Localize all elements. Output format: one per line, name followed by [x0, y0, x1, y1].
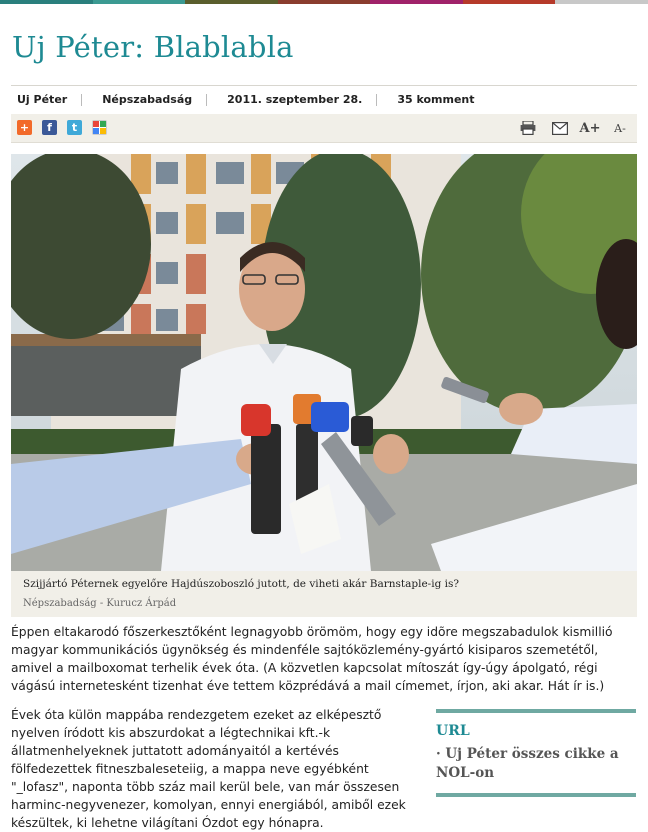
- url-heading: URL: [436, 723, 470, 739]
- article-toolbar: + f t A+ A-: [11, 114, 637, 143]
- caption-text: Szijjártó Péternek egyelőre Hajdúszobosz…: [23, 578, 460, 590]
- email-icon[interactable]: [551, 119, 569, 137]
- article-title: Uj Péter: Blablabla: [12, 30, 294, 64]
- source-label: Népszabadság: [96, 94, 208, 106]
- comments-link[interactable]: 35 komment: [391, 94, 488, 106]
- photo-credit: Népszabadság - Kurucz Árpád: [23, 598, 177, 609]
- facebook-icon[interactable]: f: [42, 120, 57, 135]
- font-decrease-icon[interactable]: A-: [611, 119, 629, 137]
- article-meta: Uj Péter Népszabadság 2011. szeptember 2…: [11, 85, 637, 115]
- twitter-icon[interactable]: t: [67, 120, 82, 135]
- date-label: 2011. szeptember 28.: [221, 94, 378, 106]
- author-articles-link[interactable]: · Uj Péter összes cikke a NOL-on: [436, 745, 636, 783]
- body-paragraph-2: Évek óta külön mappába rendezgetem ezeke…: [11, 708, 406, 830]
- body-paragraph-1: Éppen eltakarodó főszerkesztőként legnag…: [11, 625, 613, 693]
- author-link[interactable]: Uj Péter: [11, 94, 83, 106]
- font-increase-icon[interactable]: A+: [580, 119, 601, 137]
- addthis-icon[interactable]: +: [17, 120, 32, 135]
- article-photo: [11, 154, 637, 571]
- top-color-stripe: [0, 0, 648, 6]
- print-icon[interactable]: [519, 119, 537, 137]
- url-sidebar: URL · Uj Péter összes cikke a NOL-on: [436, 709, 636, 797]
- photo-caption: Szijjártó Péternek egyelőre Hajdúszobosz…: [11, 571, 637, 617]
- google-icon[interactable]: [92, 120, 107, 135]
